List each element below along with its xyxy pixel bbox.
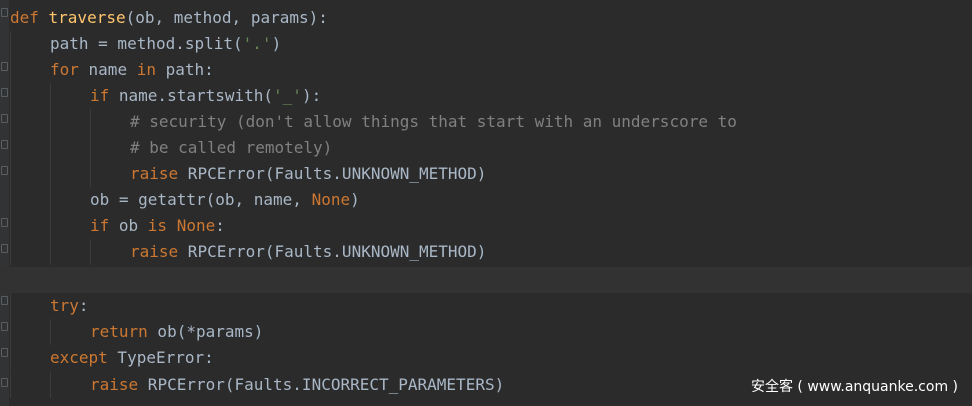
code-comment: # security (don't allow things that star… bbox=[130, 112, 737, 131]
code-text: (ob, method, params): bbox=[125, 8, 328, 27]
code-editor[interactable]: def traverse(ob, method, params): path =… bbox=[0, 0, 972, 406]
code-line[interactable]: except TypeError: bbox=[0, 345, 972, 371]
indent-guide bbox=[10, 372, 11, 398]
code-line[interactable]: return ob(*params) bbox=[0, 319, 972, 345]
indent-guide bbox=[50, 187, 51, 213]
indent-guide bbox=[50, 135, 51, 161]
keyword: in bbox=[136, 60, 156, 79]
keyword: None bbox=[176, 216, 216, 235]
keyword: is bbox=[147, 216, 168, 235]
indent-guide bbox=[10, 135, 11, 161]
indent-guide bbox=[10, 319, 11, 345]
code-line[interactable]: if name.startswith('_'): bbox=[0, 83, 972, 109]
indent-guide bbox=[90, 135, 91, 161]
code-line[interactable]: for name in path: bbox=[0, 57, 972, 83]
code-text: : bbox=[215, 216, 225, 235]
code-text: path: bbox=[155, 60, 214, 79]
indent-guide bbox=[90, 161, 91, 187]
code-line[interactable]: raise RPCError(Faults.UNKNOWN_METHOD) bbox=[0, 161, 972, 187]
code-line[interactable]: # be called remotely) bbox=[0, 135, 972, 161]
indent-guide bbox=[50, 83, 51, 109]
indent-guide bbox=[50, 319, 51, 345]
indent-guide bbox=[10, 161, 11, 187]
indent-guide bbox=[50, 161, 51, 187]
keyword: if bbox=[90, 216, 110, 235]
code-text: RPCError(Faults.UNKNOWN_METHOD) bbox=[178, 164, 487, 183]
code-text: ob(*params) bbox=[147, 322, 264, 341]
indent-guide bbox=[10, 57, 11, 83]
code-text: name bbox=[78, 60, 137, 79]
keyword: try bbox=[50, 296, 79, 315]
indent-guide bbox=[10, 239, 11, 265]
code-text: TypeError: bbox=[107, 348, 214, 367]
function-name: traverse bbox=[48, 8, 126, 27]
indent-guide bbox=[10, 31, 11, 57]
string-literal: '_' bbox=[273, 86, 302, 105]
code-text: RPCError(Faults.INCORRECT_PARAMETERS) bbox=[138, 375, 505, 394]
indent-guide bbox=[10, 83, 11, 109]
code-line[interactable]: if ob is None: bbox=[0, 213, 972, 239]
indent-guide bbox=[50, 109, 51, 135]
code-line[interactable]: def traverse(ob, method, params): bbox=[0, 5, 972, 31]
code-text: ob bbox=[109, 216, 148, 235]
indent-guide bbox=[50, 372, 51, 398]
code-text: ): bbox=[301, 86, 322, 105]
indent-guide bbox=[10, 293, 11, 319]
keyword: raise bbox=[130, 242, 179, 261]
indent-guide bbox=[10, 345, 11, 371]
indent-guide bbox=[90, 109, 91, 135]
indent-guide bbox=[10, 213, 11, 239]
indent-guide bbox=[10, 187, 11, 213]
current-line-highlight[interactable] bbox=[0, 267, 972, 293]
code-comment: # be called remotely) bbox=[130, 138, 333, 157]
code-text: ) bbox=[271, 34, 282, 53]
keyword: if bbox=[90, 86, 110, 105]
keyword: raise bbox=[90, 375, 139, 394]
code-line[interactable]: ob = getattr(ob, name, None) bbox=[0, 187, 972, 213]
indent-guide bbox=[50, 213, 51, 239]
keyword: return bbox=[90, 322, 148, 341]
keyword: raise bbox=[130, 164, 179, 183]
keyword: for bbox=[50, 60, 79, 79]
keyword: def bbox=[10, 8, 49, 27]
code-text: path = method.split( bbox=[50, 34, 243, 53]
code-line[interactable]: # security (don't allow things that star… bbox=[0, 109, 972, 135]
string-literal: '.' bbox=[242, 34, 272, 53]
watermark: 安全客 ( www.anquanke.com ) bbox=[750, 379, 958, 395]
code-line[interactable]: raise RPCError(Faults.UNKNOWN_METHOD) bbox=[0, 239, 972, 265]
keyword: except bbox=[50, 348, 108, 367]
code-line[interactable]: try: bbox=[0, 293, 972, 319]
code-text: ob = getattr(ob, name, bbox=[90, 190, 312, 209]
code-text: RPCError(Faults.UNKNOWN_METHOD) bbox=[178, 242, 487, 261]
indent-guide bbox=[10, 109, 11, 135]
indent-guide bbox=[50, 239, 51, 265]
code-text: : bbox=[78, 296, 89, 315]
code-text: ) bbox=[350, 190, 360, 209]
keyword: None bbox=[311, 190, 351, 209]
code-text: name.startswith( bbox=[109, 86, 274, 105]
code-line[interactable]: path = method.split('.') bbox=[0, 31, 972, 57]
indent-guide bbox=[90, 239, 91, 265]
